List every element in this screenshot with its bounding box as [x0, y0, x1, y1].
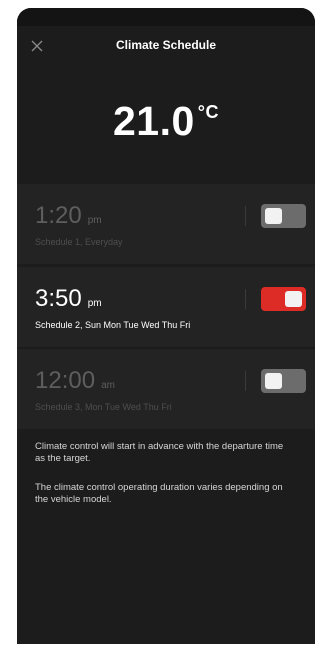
- schedule-toggle-1[interactable]: [261, 204, 306, 228]
- header: Climate Schedule: [17, 34, 315, 58]
- schedule-item-1[interactable]: 1:20 pm Schedule 1, Everyday: [17, 184, 315, 264]
- divider: [245, 289, 246, 309]
- schedule-toggle-3[interactable]: [261, 369, 306, 393]
- toggle-knob: [265, 208, 282, 224]
- divider: [245, 206, 246, 226]
- toggle-knob: [285, 291, 302, 307]
- schedule-description: Schedule 3, Mon Tue Wed Thu Fri: [35, 402, 172, 412]
- schedule-description: Schedule 2, Sun Mon Tue Wed Thu Fri: [35, 320, 191, 330]
- info-note-departure: Climate control will start in advance wi…: [35, 441, 284, 464]
- schedule-period: pm: [87, 215, 102, 226]
- schedule-toggle-2[interactable]: [261, 287, 306, 311]
- status-bar: [17, 8, 315, 26]
- schedule-time-value: 12:00: [35, 367, 96, 394]
- schedule-time: 12:00 am: [35, 367, 115, 395]
- app-screen: Climate Schedule 21.0 °C 1:20 pm Schedule …: [17, 8, 315, 644]
- schedule-period: pm: [87, 298, 102, 309]
- divider: [245, 371, 246, 391]
- target-temperature: 21.0 °C: [17, 98, 315, 145]
- page-title: Climate Schedule: [115, 38, 217, 52]
- schedule-time-value: 1:20: [35, 202, 82, 229]
- temperature-unit: °C: [197, 102, 219, 122]
- toggle-knob: [265, 373, 282, 389]
- schedule-time: 1:20 pm: [35, 202, 102, 230]
- schedule-period: am: [101, 380, 115, 391]
- schedule-description: Schedule 1, Everyday: [35, 237, 123, 247]
- schedule-item-3[interactable]: 12:00 am Schedule 3, Mon Tue Wed Thu Fri: [17, 349, 315, 429]
- info-note-duration: The climate control operating duration v…: [35, 482, 283, 505]
- schedule-time: 3:50 pm: [35, 285, 102, 313]
- schedule-item-2[interactable]: 3:50 pm Schedule 2, Sun Mon Tue Wed Thu F…: [17, 267, 315, 347]
- schedule-time-value: 3:50: [35, 285, 82, 312]
- temperature-value: 21.0: [112, 98, 195, 144]
